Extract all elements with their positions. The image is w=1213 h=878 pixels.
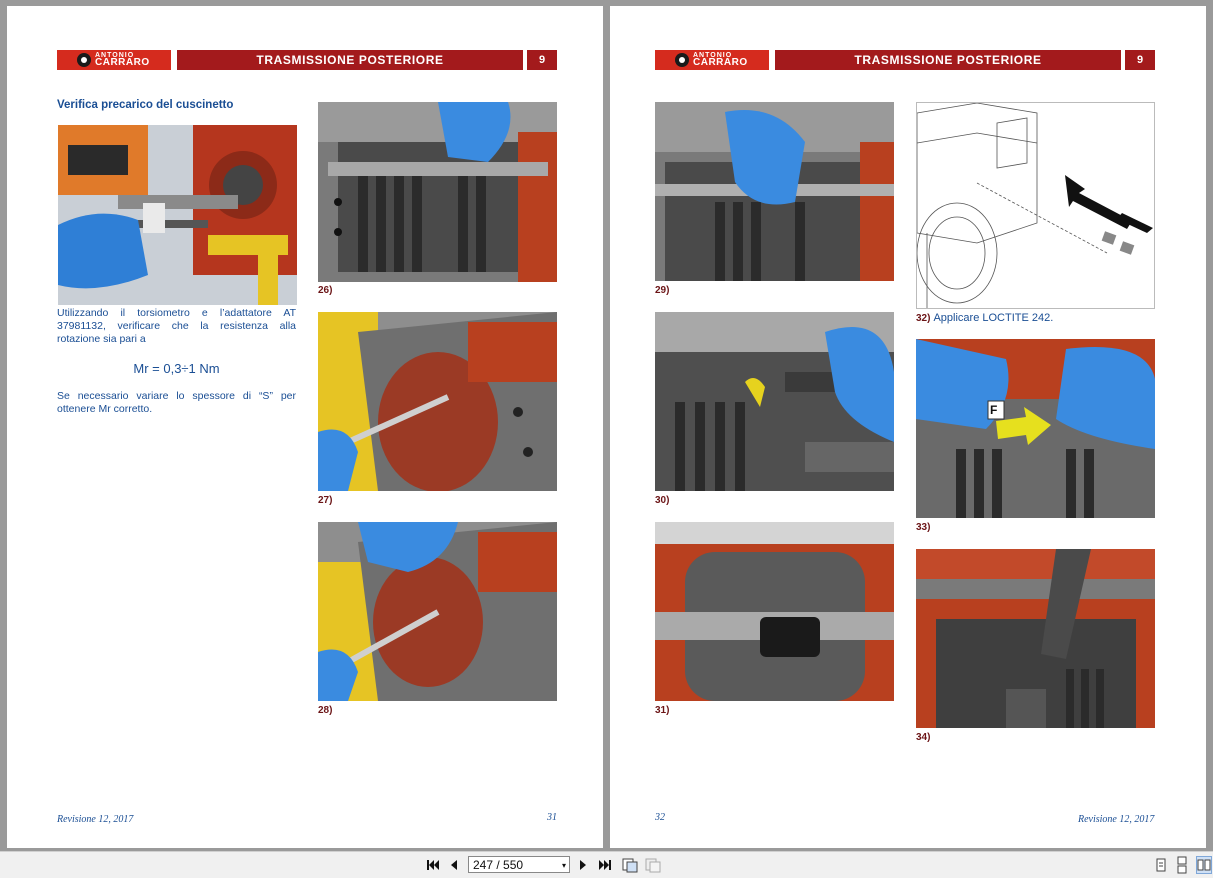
next-page-icon[interactable] [577,856,589,874]
footer-page-number: 32 [655,812,665,823]
caption-32: 32) Applicare LOCTITE 242. [916,312,1053,324]
photo-29 [655,102,894,281]
footer-page-number: 31 [547,812,557,823]
callout-label: F [990,403,998,417]
section-title: Verifica precarico del cuscinetto [57,99,234,111]
two-page-icon[interactable] [1196,856,1212,874]
continuous-page-icon[interactable] [1175,856,1189,874]
last-page-icon[interactable] [598,856,612,874]
copy-icon[interactable] [622,856,638,874]
document-page-right: ANTONIO CARRARO TRASMISSIONE POSTERIORE … [610,6,1206,848]
photo-30 [655,312,894,491]
first-page-icon[interactable] [426,856,440,874]
page-header: ANTONIO CARRARO TRASMISSIONE POSTERIORE … [655,50,1155,70]
single-page-icon[interactable] [1154,856,1168,874]
brand-emblem-icon [77,53,91,67]
instruction-paragraph: Utilizzando il torsiometro e l’adattator… [57,307,296,345]
diagram-32-exploded-view [916,102,1155,309]
document-page-left: ANTONIO CARRARO TRASMISSIONE POSTERIORE … [7,6,603,848]
caption-32-note: Applicare LOCTITE 242. [933,312,1054,324]
photo-28 [318,522,557,701]
torque-formula: Mr = 0,3÷1 Nm [133,361,220,376]
caption-34: 34) [916,732,931,743]
photo-34 [916,549,1155,728]
footer-revision: Revisione 12, 2017 [1078,814,1155,825]
photo-33: F [916,339,1155,518]
photo-26 [318,102,557,282]
photo-27 [318,312,557,491]
logo-text-bottom: CARRARO [693,57,748,68]
paste-icon[interactable] [645,856,661,874]
caption-32-number: 32) [916,313,931,324]
page-indicator: 247 / 550 [473,858,524,872]
caption-31: 31) [655,705,670,716]
page-header: ANTONIO CARRARO TRASMISSIONE POSTERIORE … [57,50,557,70]
caption-27: 27) [318,495,333,506]
brand-emblem-icon [675,53,689,67]
header-title: TRASMISSIONE POSTERIORE [177,50,523,70]
chapter-number: 9 [1125,50,1155,70]
viewer-toolbar: 247 / 550 ▾ [0,851,1213,878]
page-number-field[interactable]: 247 / 550 ▾ [468,856,570,873]
caption-28: 28) [318,705,333,716]
header-title: TRASMISSIONE POSTERIORE [775,50,1121,70]
dropdown-arrow-icon[interactable]: ▾ [562,857,566,874]
caption-30: 30) [655,495,670,506]
brand-logo: ANTONIO CARRARO [655,50,769,70]
logo-text-bottom: CARRARO [95,57,150,68]
caption-29: 29) [655,285,670,296]
photo-31 [655,522,894,701]
chapter-number: 9 [527,50,557,70]
prev-page-icon[interactable] [448,856,460,874]
caption-26: 26) [318,285,333,296]
caption-33: 33) [916,522,931,533]
photo-torque-wrench [58,125,297,305]
brand-logo: ANTONIO CARRARO [57,50,171,70]
footer-revision: Revisione 12, 2017 [57,814,134,825]
instruction-note: Se necessario variare lo spessore di “S”… [57,390,296,415]
